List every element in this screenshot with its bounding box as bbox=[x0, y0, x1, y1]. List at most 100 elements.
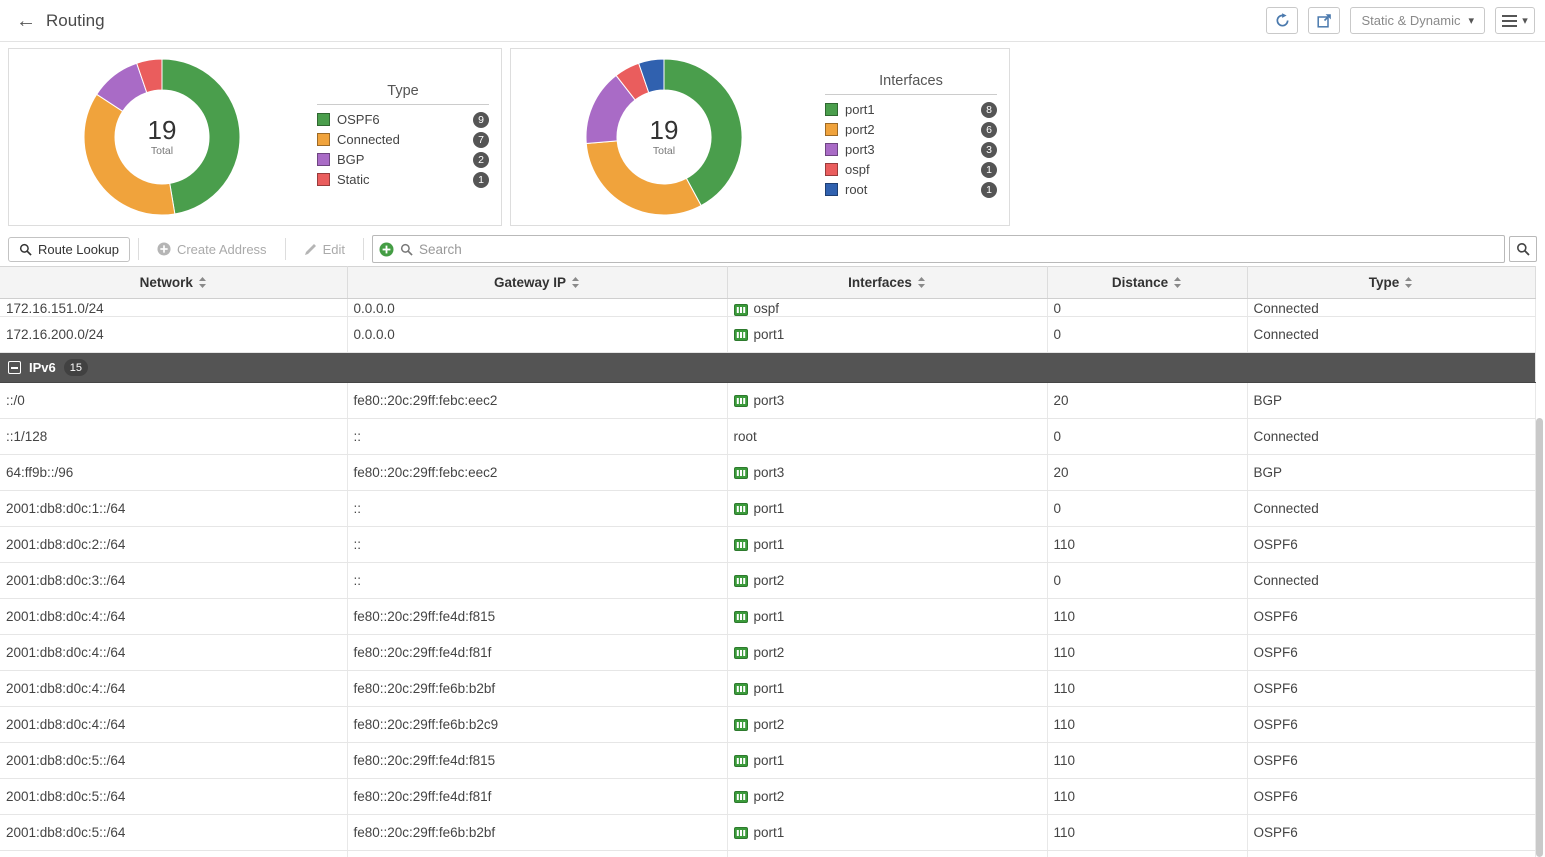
distance-cell: 110 bbox=[1047, 527, 1247, 563]
circle-plus-icon[interactable] bbox=[379, 242, 394, 257]
table-row[interactable]: 2001:db8:d0c:4::/64 fe80::20c:29ff:fe4d:… bbox=[0, 599, 1535, 635]
table-row[interactable]: 2001:db8:d0c:5::/64 fe80::20c:29ff:fe4d:… bbox=[0, 743, 1535, 779]
search-submit-button[interactable] bbox=[1509, 236, 1537, 262]
edit-button[interactable]: Edit bbox=[294, 238, 355, 261]
legend-label: port3 bbox=[845, 142, 875, 157]
distance-value: 20 bbox=[1054, 393, 1069, 408]
type-cell: Connected bbox=[1247, 419, 1535, 455]
route-mode-dropdown[interactable]: Static & Dynamic ▾ bbox=[1350, 7, 1485, 34]
gateway-value: :: bbox=[354, 429, 362, 444]
hamburger-menu-button[interactable]: ▾ bbox=[1495, 7, 1535, 34]
gateway-value: :: bbox=[354, 537, 362, 552]
route-type-value: Connected bbox=[1254, 429, 1319, 444]
route-lookup-button[interactable]: Route Lookup bbox=[8, 237, 130, 262]
sort-icon bbox=[1404, 276, 1413, 289]
section-count-badge: 15 bbox=[64, 359, 88, 376]
legend-count-badge: 1 bbox=[473, 172, 489, 188]
network-value: 172.16.200.0/24 bbox=[6, 327, 104, 342]
column-header-interfaces[interactable]: Interfaces bbox=[727, 267, 1047, 299]
gateway-cell: 0.0.0.0 bbox=[347, 299, 727, 317]
legend-item: port1 8 bbox=[825, 102, 997, 118]
hamburger-icon bbox=[1502, 15, 1517, 27]
legend-swatch bbox=[317, 113, 330, 126]
table-row[interactable]: 2001:db8:d0c:4::/64 fe80::20c:29ff:fe4d:… bbox=[0, 635, 1535, 671]
table-row[interactable]: 2001:db8:d0c:1::/64 :: port1 0 Connected bbox=[0, 491, 1535, 527]
gateway-cell: fe80::20c:29ff:fe4d:f81f bbox=[347, 635, 727, 671]
type-cell: Connected bbox=[1247, 563, 1535, 599]
create-address-button[interactable]: Create Address bbox=[147, 238, 277, 261]
distance-value: 110 bbox=[1054, 825, 1076, 840]
network-cell: 2001:db8:d0c:4::/64 bbox=[0, 671, 347, 707]
gateway-cell: fe80::20c:29ff:febc:eec2 bbox=[347, 455, 727, 491]
interface-value: root bbox=[734, 429, 757, 444]
interface-port-icon bbox=[734, 503, 748, 515]
table-row[interactable]: 2001:db8:d0c:5::/64 fe80::20c:29ff:fe6b:… bbox=[0, 815, 1535, 851]
gateway-cell: fe80::20c:29ff:fe4d:f815 bbox=[347, 743, 727, 779]
distance-value: 110 bbox=[1054, 609, 1076, 624]
legend-swatch bbox=[825, 123, 838, 136]
back-arrow-icon[interactable]: ← bbox=[16, 11, 36, 31]
interface-cell: port1 bbox=[727, 671, 1047, 707]
interface-value: port2 bbox=[754, 645, 785, 660]
column-header-distance[interactable]: Distance bbox=[1047, 267, 1247, 299]
legend-swatch bbox=[317, 153, 330, 166]
column-header-network[interactable]: Network bbox=[0, 267, 347, 299]
network-cell: ::/0 bbox=[0, 383, 347, 419]
external-link-icon bbox=[1317, 13, 1332, 28]
interface-value: port3 bbox=[754, 393, 785, 408]
network-cell: 2001:db8:d0c:5::/64 bbox=[0, 743, 347, 779]
route-type-value: OSPF6 bbox=[1254, 789, 1298, 804]
type-cell: OSPF6 bbox=[1247, 815, 1535, 851]
table-row[interactable]: 172.16.151.0/24 0.0.0.0 ospf 0 Connected bbox=[0, 299, 1535, 317]
table-row[interactable]: 2001:db8:d0c:2::/64 :: port1 110 OSPF6 bbox=[0, 527, 1535, 563]
interface-cell: port3 bbox=[727, 383, 1047, 419]
legend-item: ospf 1 bbox=[825, 162, 997, 178]
distance-value: 0 bbox=[1054, 573, 1062, 588]
gateway-value: 0.0.0.0 bbox=[354, 327, 395, 342]
type-cell: OSPF6 bbox=[1247, 635, 1535, 671]
collapse-section-icon[interactable] bbox=[8, 361, 21, 374]
interface-port-icon bbox=[734, 755, 748, 767]
table-row[interactable]: 2001:db8:d0c:4::/64 fe80::20c:29ff:fe6b:… bbox=[0, 671, 1535, 707]
distance-cell: 0 bbox=[1047, 563, 1247, 599]
legend-items: port1 8 port2 6 port3 3 ospf 1 root 1 bbox=[825, 102, 997, 198]
sort-icon bbox=[917, 276, 926, 289]
donut-chart[interactable] bbox=[77, 52, 247, 222]
table-row[interactable]: 2001:db8:d0c:4::/64 fe80::20c:29ff:fe6b:… bbox=[0, 707, 1535, 743]
table-row[interactable]: 172.16.200.0/24 0.0.0.0 port1 0 Connecte… bbox=[0, 317, 1535, 353]
gateway-value: fe80::20c:29ff:fe6b:b2bf bbox=[354, 825, 496, 840]
table-row[interactable]: 2001:db8:d0c:5::/64 fe80::20c:29ff:fe4d:… bbox=[0, 779, 1535, 815]
table-row[interactable]: ::/0 fe80::20c:29ff:febc:eec2 port3 20 B… bbox=[0, 383, 1535, 419]
section-label: IPv6 bbox=[29, 360, 56, 375]
search-icon bbox=[400, 243, 413, 256]
legend-count-badge: 6 bbox=[981, 122, 997, 138]
column-header-type[interactable]: Type bbox=[1247, 267, 1535, 299]
distance-value: 110 bbox=[1054, 789, 1076, 804]
interface-port-icon bbox=[734, 395, 748, 407]
route-type-chart-panel: 19 Total Type OSPF6 9 Connected 7 BGP 2 … bbox=[8, 48, 502, 226]
table-row[interactable]: ::1/128 :: root 0 Connected bbox=[0, 419, 1535, 455]
distance-value: 110 bbox=[1054, 753, 1076, 768]
search-input[interactable] bbox=[419, 242, 1498, 257]
network-value: 2001:db8:d0c:5::/64 bbox=[6, 753, 125, 768]
column-header-gateway-ip[interactable]: Gateway IP bbox=[347, 267, 727, 299]
table-row[interactable]: 64:ff9b::/96 fe80::20c:29ff:febc:eec2 po… bbox=[0, 455, 1535, 491]
network-cell: 2001:db8:d0c:5::/64 bbox=[0, 779, 347, 815]
pop-out-button[interactable] bbox=[1308, 7, 1340, 34]
interface-cell: port3 bbox=[727, 455, 1047, 491]
table-header-row: Network Gateway IP Interfaces Distance T… bbox=[0, 267, 1535, 299]
table-section-row[interactable]: IPv6 15 bbox=[0, 353, 1535, 383]
search-icon bbox=[19, 243, 32, 256]
donut-chart[interactable] bbox=[579, 52, 749, 222]
vertical-scrollbar[interactable] bbox=[1536, 418, 1543, 857]
network-value: ::/0 bbox=[6, 393, 25, 408]
search-icon bbox=[1516, 242, 1530, 256]
refresh-button[interactable] bbox=[1266, 7, 1298, 34]
table-row[interactable]: 2001:db8:d0c:5::/64 fe80::20c:29ff:fe6b:… bbox=[0, 851, 1535, 857]
interface-cell: port2 bbox=[727, 779, 1047, 815]
legend-count-badge: 8 bbox=[981, 102, 997, 118]
table-row[interactable]: 2001:db8:d0c:3::/64 :: port2 0 Connected bbox=[0, 563, 1535, 599]
legend-swatch bbox=[317, 173, 330, 186]
routes-table-area: Network Gateway IP Interfaces Distance T… bbox=[0, 266, 1545, 857]
circle-plus-icon bbox=[157, 242, 171, 256]
